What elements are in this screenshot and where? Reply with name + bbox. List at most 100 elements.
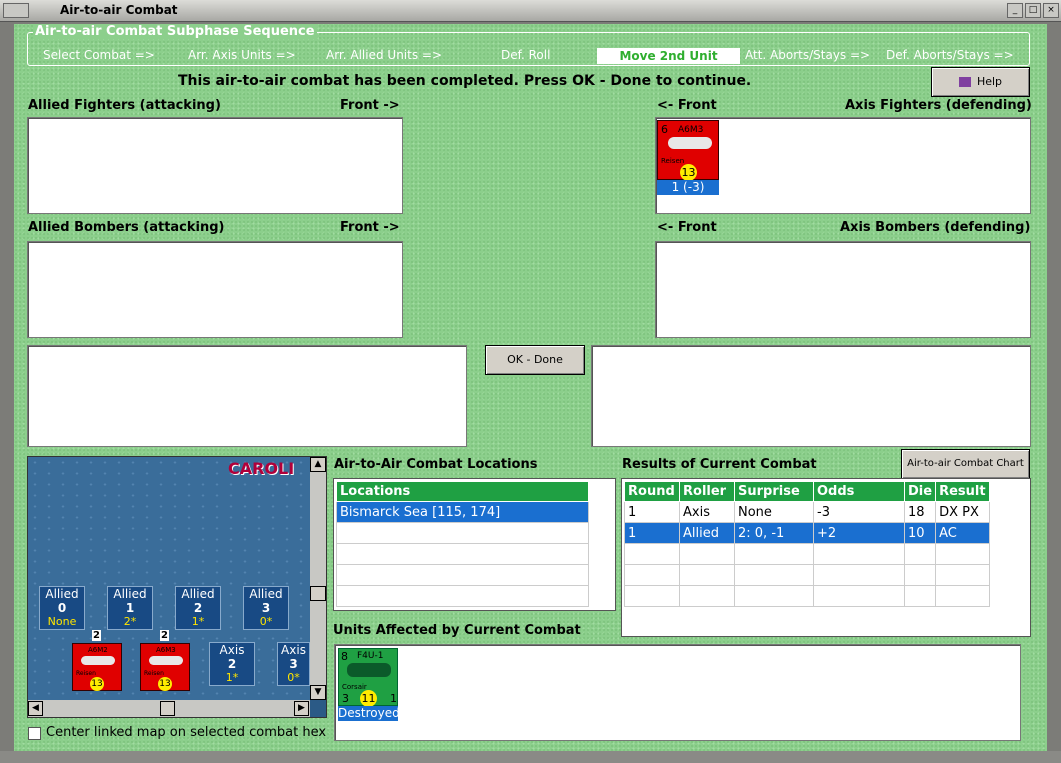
seq-step-arr-allied: Arr. Allied Units => [326,48,443,62]
results-cell [935,585,991,607]
counter-cost: 11 [360,690,377,707]
stat-title: Axis [281,643,306,657]
center-map-label: Center linked map on selected combat hex [46,725,327,740]
counter-cost: 13 [158,677,172,691]
results-cell [624,585,680,607]
close-icon[interactable]: × [1043,3,1059,18]
counter-name: Reisen [76,670,96,677]
location-cell [336,543,589,565]
linked-map[interactable]: CAROLI Allied 0 None Allied 1 2* Allied … [27,456,327,718]
results-row[interactable]: 1 Axis None -3 18 DX PX [624,501,991,523]
stat-num: 2 [227,657,237,671]
stat-val: 0* [287,671,300,684]
system-menu-icon[interactable] [3,3,29,18]
stat-val: 1* [225,671,239,684]
counter-name: Reisen [144,670,164,677]
status-bar [0,751,1061,763]
location-row[interactable]: Bismarck Sea [115, 174] [336,501,589,523]
stat-num: 1 [125,601,135,615]
results-cell [903,564,937,586]
results-cell [679,543,735,565]
results-cell [903,543,937,565]
map-counter-a6m3[interactable]: A6M3 Reisen 13 [140,643,190,691]
stack-count: 2 [160,630,169,641]
results-cell: 18 [903,501,937,523]
results-cell: AC [935,522,991,544]
window: Air-to-air Combat _ □ × Air-to-air Comba… [0,0,1061,763]
axis-bombers-box[interactable] [655,241,1031,338]
scroll-right-icon[interactable]: ▶ [294,701,309,716]
allied-stat-0: Allied 0 None [39,586,85,630]
results-cell: 10 [903,522,937,544]
allied-fighters-label: Allied Fighters (attacking) [28,98,221,113]
window-title: Air-to-air Combat [60,3,178,17]
locations-table: Locations Bismarck Sea [115, 174] [333,478,616,611]
plane-icon [668,137,712,149]
maximize-icon[interactable]: □ [1025,3,1041,18]
map-counter-a6m2[interactable]: A6M2 Reisen 13 [72,643,122,691]
scroll-thumb-horizontal[interactable] [160,701,175,716]
results-cell [935,564,991,586]
seq-step-select-combat: Select Combat => [43,48,155,62]
counter-cost: 13 [90,677,104,691]
map-vertical-scrollbar[interactable] [310,457,326,700]
results-row[interactable] [624,564,991,586]
allied-bombers-box[interactable] [27,241,403,338]
help-button[interactable]: Help [931,67,1030,97]
axis-fighter-status: 1 (-3) [657,180,719,195]
results-cell: 1 [624,522,680,544]
results-row[interactable]: 1 Allied 2: 0, -1 +2 10 AC [624,522,991,544]
location-row[interactable] [336,522,589,544]
ok-done-button[interactable]: OK - Done [485,345,585,375]
counter-name: Reisen [661,157,685,165]
axis-stat-3: Axis 3 0* [277,642,310,686]
results-row[interactable] [624,585,991,607]
location-row[interactable] [336,543,589,565]
stat-num: 0 [57,601,67,615]
front-label-allied-bombers: Front -> [340,220,400,235]
scroll-thumb-vertical[interactable] [310,586,326,601]
results-cell [813,585,905,607]
axis-fighter-counter[interactable]: 6 A6M3 Reisen 13 [657,120,719,181]
counter-type: A6M3 [678,125,704,135]
front-label-axis-bombers: <- Front [657,220,717,235]
counter-left-value: 3 [342,692,349,705]
results-header-odds: Odds [813,481,905,502]
scroll-down-icon[interactable]: ▼ [310,685,326,700]
results-row[interactable] [624,543,991,565]
stat-val: 0* [259,615,273,628]
scroll-left-icon[interactable]: ◀ [28,701,43,716]
plane-icon [149,656,183,665]
location-row[interactable] [336,585,589,607]
seq-step-att-aborts: Att. Aborts/Stays => [745,48,871,62]
title-bar: Air-to-air Combat _ □ × [0,0,1061,22]
axis-fighters-label: Axis Fighters (defending) [845,98,1032,113]
location-cell [336,564,589,586]
allied-fighters-box[interactable] [27,117,403,214]
stat-val: 2* [123,615,137,628]
allied-stat-2: Allied 2 1* [175,586,221,630]
scroll-up-icon[interactable]: ▲ [310,457,326,472]
location-row[interactable] [336,564,589,586]
allied-stat-1: Allied 1 2* [107,586,153,630]
minimize-icon[interactable]: _ [1007,3,1023,18]
location-cell [336,522,589,544]
results-cell [813,564,905,586]
results-cell: None [734,501,814,523]
locations-title: Air-to-Air Combat Locations [334,457,538,472]
stat-title: Allied [45,587,79,601]
results-cell [903,585,937,607]
stat-num: 2 [193,601,203,615]
affected-counter-f4u1[interactable]: 8 F4U-1 Corsair 3 11 1 [338,648,398,707]
results-cell [734,543,814,565]
sequence-title: Air-to-air Combat Subphase Sequence [33,24,317,39]
results-cell [935,543,991,565]
combat-chart-button[interactable]: Air-to-air Combat Chart [901,449,1030,479]
results-cell [734,564,814,586]
results-cell [679,564,735,586]
center-map-checkbox[interactable] [28,727,41,740]
results-header-surprise: Surprise [734,481,814,502]
results-cell: 2: 0, -1 [734,522,814,544]
seq-step-active: Move 2nd Unit [597,48,740,64]
seq-step-def-aborts: Def. Aborts/Stays => [886,48,1014,62]
